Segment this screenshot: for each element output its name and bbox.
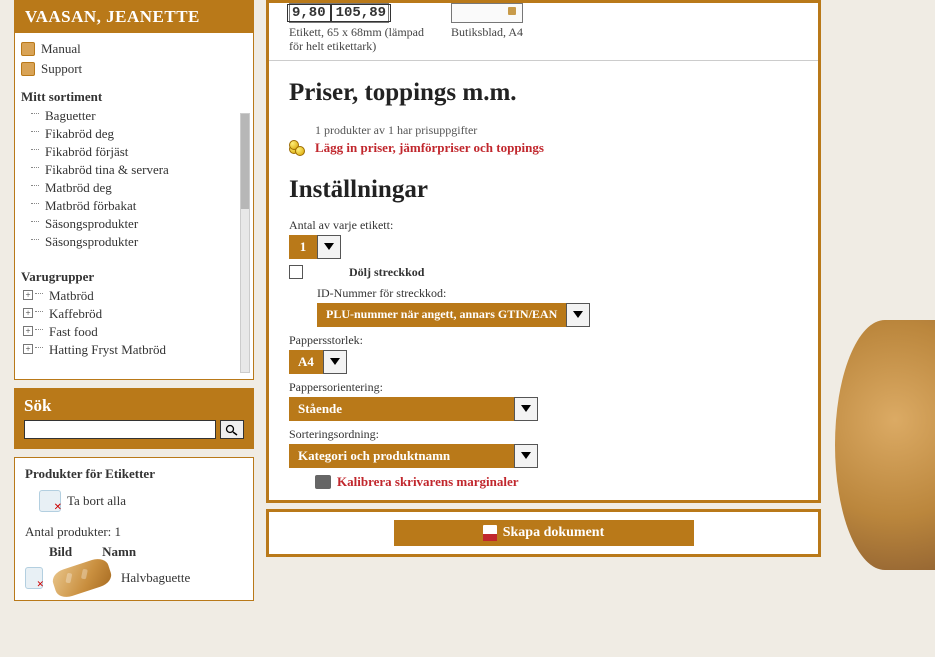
product-name: Halvbaguette xyxy=(121,570,190,586)
template-etikett-caption: Etikett, 65 x 68mm (lämpad för helt etik… xyxy=(289,25,439,54)
sortiment-heading: Mitt sortiment xyxy=(21,89,247,105)
papersize-label: Pappersstorlek: xyxy=(289,333,798,348)
sortiment-item[interactable]: Matbröd deg xyxy=(21,179,247,197)
chevron-down-icon xyxy=(566,303,590,327)
varugrupp-item[interactable]: +Fast food xyxy=(21,323,247,341)
remove-all-label: Ta bort alla xyxy=(67,493,126,509)
qty-value: 1 xyxy=(289,235,317,259)
sort-select[interactable]: Kategori och produktnamn xyxy=(289,444,538,468)
sort-value: Kategori och produktnamn xyxy=(289,444,514,468)
col-name: Namn xyxy=(102,544,136,560)
manual-label: Manual xyxy=(41,41,81,57)
hide-barcode-label: Dölj streckkod xyxy=(309,265,424,280)
qty-select[interactable]: 1 xyxy=(289,235,341,259)
edit-prices-link[interactable]: Lägg in priser, jämförpriser och topping… xyxy=(315,140,544,156)
sortiment-item[interactable]: Säsongsprodukter xyxy=(21,233,247,251)
sortiment-item[interactable]: Fikabröd tina & servera xyxy=(21,161,247,179)
settings-heading: Inställningar xyxy=(269,158,818,214)
orientation-value: Stående xyxy=(289,397,514,421)
printer-icon xyxy=(315,475,331,489)
product-count: Antal produkter: 1 xyxy=(25,524,243,540)
remove-product-button[interactable] xyxy=(25,567,43,589)
products-panel-title: Produkter för Etiketter xyxy=(25,466,243,482)
chevron-down-icon xyxy=(514,444,538,468)
expand-icon[interactable]: + xyxy=(23,290,33,300)
col-image: Bild xyxy=(49,544,72,560)
user-header: VAASAN, JEANETTE xyxy=(15,1,253,33)
expand-icon[interactable]: + xyxy=(23,326,33,336)
varugrupper-heading: Varugrupper xyxy=(21,269,247,285)
preview-price-1: 9,80 xyxy=(287,4,331,22)
id-select[interactable]: PLU-nummer när angett, annars GTIN/EAN xyxy=(317,303,590,327)
search-heading: Sök xyxy=(24,396,244,416)
sortiment-item[interactable]: Baguetter xyxy=(21,107,247,125)
sortiment-item[interactable]: Fikabröd förjäst xyxy=(21,143,247,161)
varugrupp-item[interactable]: +Matbröd xyxy=(21,287,247,305)
support-label: Support xyxy=(41,61,82,77)
support-icon xyxy=(21,62,35,76)
search-button[interactable] xyxy=(220,420,244,439)
chevron-down-icon xyxy=(323,350,347,374)
manual-link[interactable]: Manual xyxy=(21,39,247,59)
search-icon xyxy=(225,424,239,436)
sortiment-item[interactable]: Fikabröd deg xyxy=(21,125,247,143)
prices-heading: Priser, toppings m.m. xyxy=(269,61,818,117)
product-image xyxy=(50,556,114,601)
template-etikett[interactable]: 9,80105,89 Etikett, 65 x 68mm (lämpad fö… xyxy=(289,3,439,54)
orientation-select[interactable]: Stående xyxy=(289,397,538,421)
template-butiksblad[interactable]: Butiksblad, A4 xyxy=(451,3,601,39)
id-value: PLU-nummer när angett, annars GTIN/EAN xyxy=(317,303,566,327)
varugrupp-item[interactable]: +Kaffebröd xyxy=(21,305,247,323)
search-input[interactable] xyxy=(24,420,216,439)
support-link[interactable]: Support xyxy=(21,59,247,79)
create-document-label: Skapa dokument xyxy=(503,525,605,541)
id-label: ID-Nummer för streckkod: xyxy=(317,286,798,301)
preview-price-2: 105,89 xyxy=(331,4,391,22)
expand-icon[interactable]: + xyxy=(23,344,33,354)
papersize-select[interactable]: A4 xyxy=(289,350,347,374)
sortiment-item[interactable]: Säsongsprodukter xyxy=(21,215,247,233)
product-row: Halvbaguette xyxy=(25,564,243,592)
pdf-icon xyxy=(483,525,497,541)
expand-icon[interactable]: + xyxy=(23,308,33,318)
price-info: 1 produkter av 1 har prisuppgifter xyxy=(289,123,798,138)
hide-barcode-checkbox[interactable] xyxy=(289,265,303,279)
remove-all-icon xyxy=(39,490,61,512)
orientation-label: Pappersorientering: xyxy=(289,380,798,395)
chevron-down-icon xyxy=(317,235,341,259)
sortiment-item[interactable]: Matbröd förbakat xyxy=(21,197,247,215)
remove-all-button[interactable]: Ta bort alla xyxy=(25,490,243,512)
varugrupp-item[interactable]: +Hatting Fryst Matbröd xyxy=(21,341,247,359)
manual-icon xyxy=(21,42,35,56)
sort-label: Sorteringsordning: xyxy=(289,427,798,442)
chevron-down-icon xyxy=(514,397,538,421)
qty-label: Antal av varje etikett: xyxy=(289,218,798,233)
template-butiksblad-caption: Butiksblad, A4 xyxy=(451,25,601,39)
papersize-value: A4 xyxy=(289,350,323,374)
create-document-button[interactable]: Skapa dokument xyxy=(394,520,694,546)
coins-icon xyxy=(289,140,309,156)
sidebar-nav: Manual Support Mitt sortiment BaguetterF… xyxy=(15,33,253,379)
calibrate-link[interactable]: Kalibrera skrivarens marginaler xyxy=(337,474,519,490)
